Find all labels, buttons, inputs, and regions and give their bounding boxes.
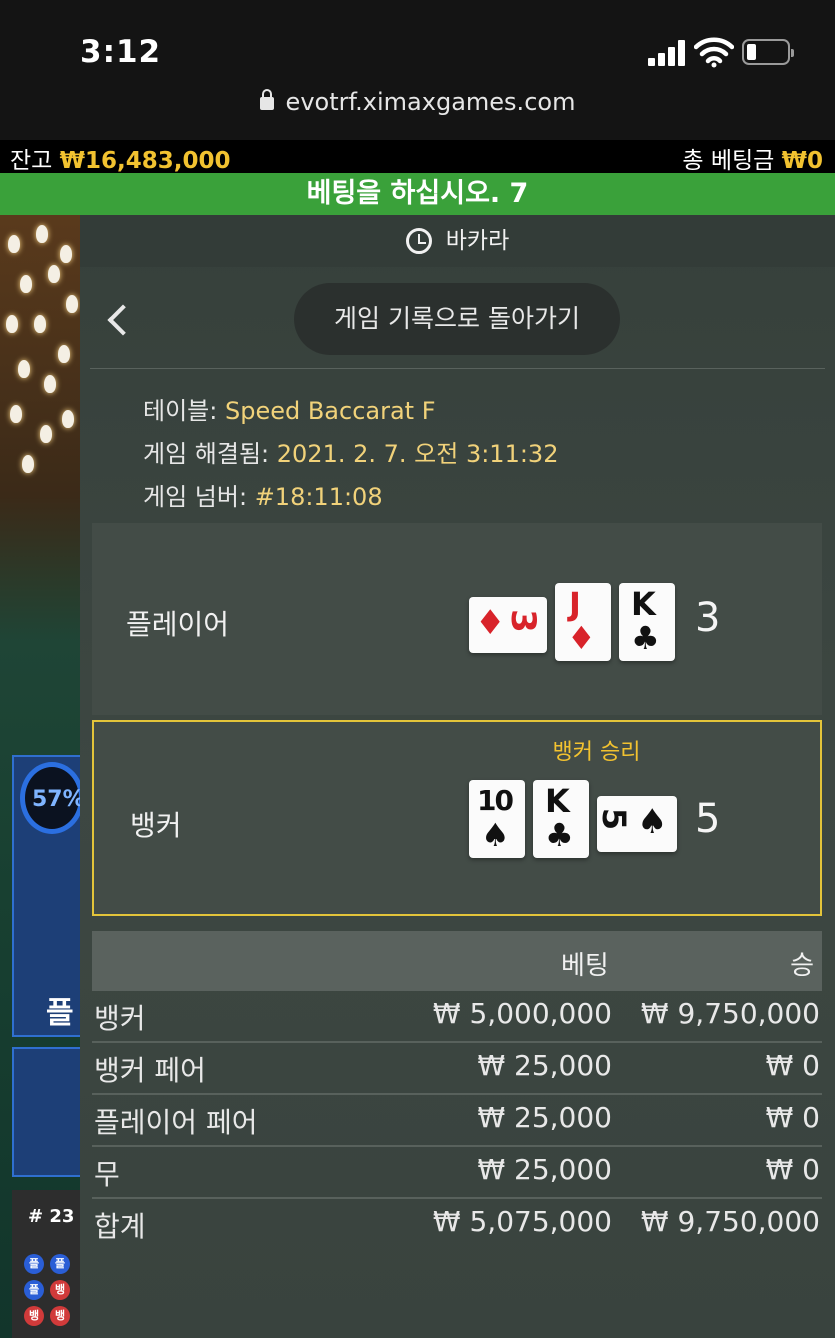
side-bet-spot[interactable] xyxy=(12,1047,82,1177)
balance-bar: 잔고 ₩16,483,000 총 베팅금 ₩0 xyxy=(0,140,835,175)
lamp-decoration xyxy=(0,215,80,515)
player-label: 플레이어 xyxy=(126,608,230,641)
wifi-icon xyxy=(694,37,734,68)
bet-row: 뱅커 ₩ 5,000,000 ₩ 9,750,000 xyxy=(92,991,822,1043)
road-dot: 뱅 xyxy=(50,1306,70,1326)
balance-label: 잔고 xyxy=(10,148,53,174)
win-amount: ₩ 9,750,000 xyxy=(640,1205,820,1238)
card-rank: K xyxy=(631,585,656,623)
banker-win-label: 뱅커 승리 xyxy=(552,740,641,765)
battery-icon xyxy=(742,39,794,65)
bet-type: 뱅커 페어 xyxy=(94,1054,206,1087)
card-10-spades: 10 ♠ xyxy=(469,780,525,858)
game-history-panel: 바카라 게임 기록으로 돌아가기 테이블: Speed Baccarat F 게… xyxy=(80,215,835,1338)
status-bar: 3:12 evotrf.ximaxgames.com xyxy=(0,0,835,140)
card-5-spades: 5 ♠ xyxy=(595,796,677,852)
club-icon: ♣ xyxy=(631,619,660,657)
balance: 잔고 ₩16,483,000 xyxy=(10,141,231,175)
game-number-info: 게임 넘버: #18:11:08 xyxy=(143,477,383,512)
banker-score: 5 xyxy=(695,796,721,842)
total-bet-label: 총 베팅금 xyxy=(682,148,775,174)
bet-amount: ₩ 25,000 xyxy=(477,1101,612,1134)
bet-row: 뱅커 페어 ₩ 25,000 ₩ 0 xyxy=(92,1043,822,1095)
road-dot: 뱅 xyxy=(24,1306,44,1326)
game-number-value: #18:11:08 xyxy=(254,483,383,511)
table-value: Speed Baccarat F xyxy=(224,397,436,425)
clock: 3:12 xyxy=(80,34,162,70)
bet-type: 무 xyxy=(94,1158,120,1191)
bet-type: 뱅커 xyxy=(94,1002,146,1035)
bet-column-header: 베팅 xyxy=(561,951,609,981)
back-chevron-icon[interactable] xyxy=(104,305,134,335)
bets-header: 베팅 승 xyxy=(92,931,822,991)
spade-icon: ♠ xyxy=(481,816,510,854)
club-icon: ♣ xyxy=(545,816,574,854)
bet-amount: ₩ 5,000,000 xyxy=(432,997,612,1030)
card-j-diamonds: J ♦ xyxy=(555,583,611,661)
diamond-icon: ♦ xyxy=(567,619,596,657)
divider xyxy=(90,368,825,369)
bet-row: 플레이어 페어 ₩ 25,000 ₩ 0 xyxy=(92,1095,822,1147)
card-rank: J xyxy=(569,585,581,623)
betting-timer-banner: 베팅을 하십시오. 7 xyxy=(0,173,835,215)
table-label: 테이블: xyxy=(143,397,218,425)
banker-hand: 뱅커 승리 뱅커 10 ♠ K ♣ 5 ♠ 5 xyxy=(92,720,822,916)
bet-row: 무 ₩ 25,000 ₩ 0 xyxy=(92,1147,822,1199)
lock-icon xyxy=(259,89,274,110)
resolved-label: 게임 해결됨: xyxy=(143,440,270,468)
card-rank: 3 xyxy=(502,609,543,633)
player-hand: 플레이어 ♦ 3 J ♦ K ♣ 3 xyxy=(92,523,822,715)
road-dot: 뱅 xyxy=(50,1280,70,1300)
road-dot: 플 xyxy=(24,1280,44,1300)
card-k-clubs: K ♣ xyxy=(619,583,675,661)
road-dot: 플 xyxy=(50,1254,70,1274)
banker-label: 뱅커 xyxy=(130,809,182,842)
signal-icon xyxy=(648,40,688,66)
total-bet-value: ₩0 xyxy=(781,148,823,174)
resolved-value: 2021. 2. 7. 오전 3:11:32 xyxy=(276,440,559,468)
resolved-info: 게임 해결됨: 2021. 2. 7. 오전 3:11:32 xyxy=(143,434,558,469)
panel-title: 바카라 xyxy=(80,215,835,267)
bet-amount: ₩ 25,000 xyxy=(477,1049,612,1082)
win-amount: ₩ 0 xyxy=(765,1153,820,1186)
url-text: evotrf.ximaxgames.com xyxy=(285,88,576,116)
address-bar[interactable]: evotrf.ximaxgames.com xyxy=(0,88,835,116)
bet-amount: ₩ 25,000 xyxy=(477,1153,612,1186)
bet-total-row: 합계 ₩ 5,075,000 ₩ 9,750,000 xyxy=(92,1199,822,1251)
bead-road: # 23 플 플 플 뱅 뱅 뱅 xyxy=(12,1190,82,1338)
card-rank: 5 xyxy=(595,807,634,831)
player-spot-label: 플 xyxy=(46,996,74,1031)
table-info: 테이블: Speed Baccarat F xyxy=(143,391,436,426)
win-amount: ₩ 0 xyxy=(765,1101,820,1134)
history-icon xyxy=(405,228,432,254)
road-dot: 플 xyxy=(24,1254,44,1274)
road-hash: # 23 xyxy=(28,1206,75,1227)
back-to-history-button[interactable]: 게임 기록으로 돌아가기 xyxy=(294,283,620,355)
diamond-icon: ♦ xyxy=(475,603,506,643)
player-score: 3 xyxy=(695,595,721,641)
game-number-label: 게임 넘버: xyxy=(143,483,248,511)
panel-title-text: 바카라 xyxy=(445,228,510,254)
bet-type: 합계 xyxy=(94,1210,146,1243)
win-column-header: 승 xyxy=(790,951,814,981)
total-bet: 총 베팅금 ₩0 xyxy=(682,141,823,175)
bet-amount: ₩ 5,075,000 xyxy=(432,1205,612,1238)
balance-value: ₩16,483,000 xyxy=(59,148,231,174)
card-rank: K xyxy=(545,782,570,820)
win-amount: ₩ 0 xyxy=(765,1049,820,1082)
card-3-diamonds: ♦ 3 xyxy=(469,597,547,653)
percent-label: 57% xyxy=(32,787,85,812)
bet-type: 플레이어 페어 xyxy=(94,1106,258,1139)
spade-icon: ♠ xyxy=(637,802,668,842)
card-k-clubs: K ♣ xyxy=(533,780,589,858)
card-rank: 10 xyxy=(477,784,514,817)
win-amount: ₩ 9,750,000 xyxy=(640,997,820,1030)
